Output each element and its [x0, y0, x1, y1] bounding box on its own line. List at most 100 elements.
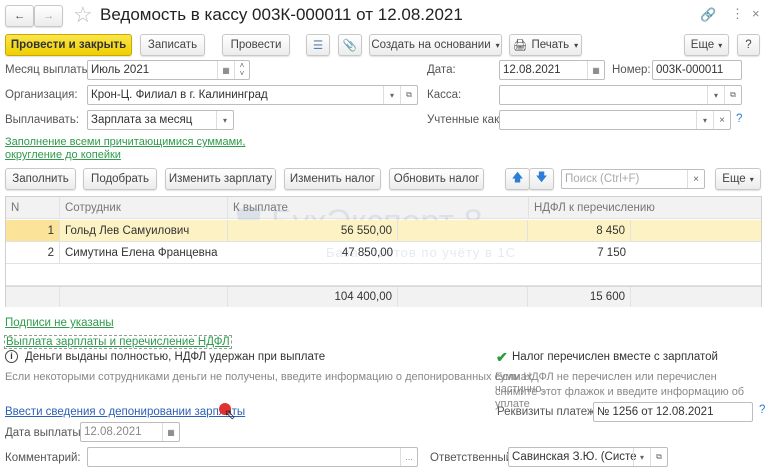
calendar-icon[interactable]: ▦: [587, 61, 604, 79]
paydate-value: 12.08.2021: [84, 426, 142, 438]
deposit-link[interactable]: Ввести сведения о депонировании зарплаты: [5, 406, 245, 418]
paperclip-icon: 📎: [342, 40, 358, 52]
table-row[interactable]: 1 Гольд Лев Самуилович 56 550,00 8 450: [6, 220, 761, 242]
signatures-link[interactable]: Подписи не указаны: [5, 317, 114, 329]
chevron-down-icon[interactable]: ▾: [383, 86, 400, 104]
col-pay[interactable]: К выплате: [228, 197, 528, 218]
pay-label: Выплачивать:: [5, 114, 80, 126]
col-employee[interactable]: Сотрудник: [60, 197, 228, 218]
print-button[interactable]: 🖨 Печать ▾: [509, 34, 582, 56]
payment-field[interactable]: № 1256 от 12.08.2021: [593, 402, 753, 422]
help-icon[interactable]: ?: [759, 404, 765, 416]
payment-label: Реквизиты платежа:: [497, 406, 605, 418]
pay-value: Зарплата за месяц: [91, 114, 193, 126]
change-salary-button[interactable]: Изменить зарплату: [165, 168, 276, 190]
comment-label: Комментарий:: [5, 452, 81, 464]
page-title: Ведомость в кассу 003К-000011 от 12.08.2…: [100, 5, 463, 24]
chevron-down-icon: ▾: [718, 40, 723, 50]
table-footer: 104 400,00 15 600: [6, 286, 761, 307]
move-down-button[interactable]: 🡇: [529, 168, 554, 190]
arrow-down-icon: 🡇: [535, 171, 548, 184]
print-label: Печать: [531, 39, 570, 51]
open-icon[interactable]: ⧉: [650, 448, 667, 466]
paydate-field[interactable]: 12.08.2021 ▦: [80, 422, 180, 442]
fill-button[interactable]: Заполнить: [5, 168, 76, 190]
clear-icon[interactable]: ×: [713, 111, 730, 129]
total-tax: 15 600: [528, 287, 631, 307]
back-button[interactable]: ←: [5, 5, 34, 27]
footer-cell: [6, 287, 60, 307]
change-tax-button[interactable]: Изменить налог: [284, 168, 381, 190]
date-label: Дата:: [427, 64, 456, 76]
accounted-field[interactable]: ▾ ×: [499, 110, 731, 130]
chevron-down-icon: ▾: [574, 40, 579, 50]
responsible-field[interactable]: Савинская З.Ю. (Системный▾⧉: [508, 447, 668, 467]
col-n[interactable]: N: [6, 197, 60, 218]
star-icon[interactable]: ☆: [73, 2, 93, 28]
chevron-down-icon[interactable]: ▾: [216, 111, 233, 129]
update-tax-button[interactable]: Обновить налог: [389, 168, 484, 190]
more-button[interactable]: Еще ▾: [684, 34, 729, 56]
attach-button[interactable]: 📎: [338, 34, 362, 56]
total-pay: 104 400,00: [228, 287, 398, 307]
create-based-button[interactable]: Создать на основании ▾: [369, 34, 502, 56]
help-button[interactable]: ?: [737, 34, 760, 56]
move-up-button[interactable]: 🡅: [505, 168, 530, 190]
clear-icon[interactable]: ×: [687, 170, 704, 188]
more-vertical-icon[interactable]: ⋮: [731, 6, 744, 22]
row-pay: 47 850,00: [341, 246, 393, 259]
help-icon[interactable]: ?: [736, 113, 742, 125]
more-label: Еще: [722, 173, 746, 185]
pick-button[interactable]: Подобрать: [83, 168, 157, 190]
date-value: 12.08.2021: [503, 64, 561, 76]
spinner[interactable]: ˄ ˅: [234, 61, 249, 79]
table-more-button[interactable]: Еще ▾: [715, 168, 761, 190]
open-icon[interactable]: ⧉: [400, 86, 417, 104]
chevron-down-icon[interactable]: ▾: [696, 111, 713, 129]
table-row-empty: [6, 264, 761, 286]
table-row[interactable]: 2 Симутина Елена Францевна 47 850,00 7 1…: [6, 242, 761, 264]
cash-field[interactable]: ▾ ⧉: [499, 85, 742, 105]
section-link[interactable]: Выплата зарплаты и перечисление НДФЛ: [4, 335, 232, 349]
employees-table: N Сотрудник К выплате НДФЛ к перечислени…: [5, 196, 762, 307]
calendar-icon[interactable]: ▦: [217, 61, 234, 79]
arrow-left-icon: ←: [13, 10, 26, 22]
table-header: N Сотрудник К выплате НДФЛ к перечислени…: [6, 197, 761, 219]
org-label: Организация:: [5, 89, 78, 101]
fill-link[interactable]: Заполнение всеми причитающимися суммами,…: [5, 136, 300, 162]
search-input[interactable]: Поиск (Ctrl+F) ×: [561, 169, 705, 189]
printer-icon: 🖨: [512, 40, 528, 52]
comment-field[interactable]: …: [87, 447, 418, 467]
post-button[interactable]: Провести: [222, 34, 290, 56]
footer-cell: [398, 287, 528, 307]
close-icon[interactable]: ×: [752, 6, 760, 21]
chevron-down-icon: ▾: [749, 174, 754, 184]
month-field[interactable]: Июль 2021 ▦ ˄ ˅: [87, 60, 250, 80]
save-button[interactable]: Записать: [140, 34, 205, 56]
post-and-close-button[interactable]: Провести и закрыть: [5, 34, 132, 56]
calendar-icon[interactable]: ▦: [162, 423, 179, 441]
row-blank: [398, 220, 528, 241]
tax-checkbox-label[interactable]: Налог перечислен вместе с зарплатой: [512, 351, 718, 363]
link-icon[interactable]: 🔗: [700, 7, 716, 23]
chevron-down-icon[interactable]: ▾: [633, 448, 650, 466]
month-value: Июль 2021: [91, 64, 150, 76]
arrow-up-icon: 🡅: [511, 171, 524, 184]
date-field[interactable]: 12.08.2021 ▦: [499, 60, 605, 80]
responsible-value: Савинская З.Ю. (Системный: [512, 451, 637, 463]
footer-cell: [60, 287, 228, 307]
org-field[interactable]: Крон-Ц. Филиал в г. Калининград ▾ ⧉: [87, 85, 418, 105]
ellipsis-icon[interactable]: …: [400, 448, 417, 466]
number-field[interactable]: 003К-000011: [652, 60, 742, 80]
open-icon[interactable]: ⧉: [724, 86, 741, 104]
pay-field[interactable]: Зарплата за месяц ▾: [87, 110, 234, 130]
row-tax: 8 450: [528, 220, 631, 241]
forward-button[interactable]: →: [34, 5, 63, 27]
tax-checkbox[interactable]: ✔: [496, 349, 508, 366]
col-tax[interactable]: НДФЛ к перечислению: [528, 197, 763, 218]
structure-button[interactable]: ☰: [306, 34, 330, 56]
chevron-down-icon[interactable]: ▾: [707, 86, 724, 104]
accounted-label: Учтенные как:: [427, 114, 503, 126]
org-value: Крон-Ц. Филиал в г. Калининград: [91, 89, 268, 101]
row-tax: 7 150: [597, 246, 626, 259]
